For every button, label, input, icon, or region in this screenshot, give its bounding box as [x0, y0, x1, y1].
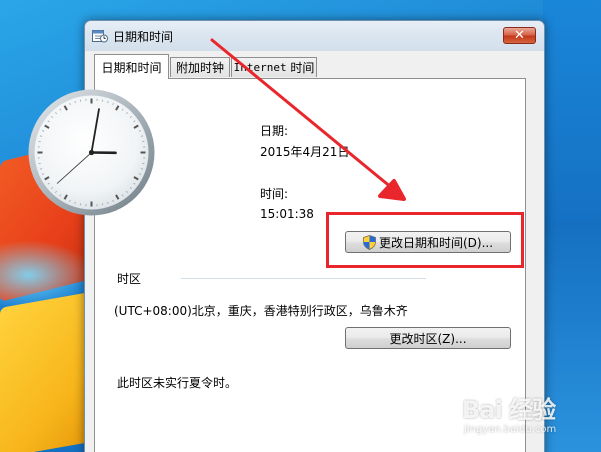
title-bar[interactable]: 日期和时间 ✕ [85, 21, 544, 51]
timezone-divider [181, 278, 426, 279]
desktop: 日期和时间 ✕ 日期和时间 附加时钟 Internet 时间 日期: 2015年… [0, 0, 601, 452]
tab-label: 日期和时间 [101, 60, 162, 75]
timezone-value: (UTC+08:00)北京，重庆，香港特别行政区，乌鲁木齐 [114, 304, 408, 318]
wallpaper-right [543, 0, 601, 452]
time-label: 时间: [260, 187, 289, 201]
tab-label: 附加时钟 [175, 61, 224, 75]
highlight-box [326, 212, 524, 268]
date-label: 日期: [260, 124, 289, 138]
tab-date-and-time[interactable]: 日期和时间 [94, 54, 169, 79]
time-value: 15:01:38 [260, 207, 314, 221]
date-value: 2015年4月21日 [260, 145, 350, 159]
tab-additional-clocks[interactable]: 附加时钟 [170, 57, 230, 77]
close-icon: ✕ [514, 28, 525, 43]
change-timezone-label: 更改时区(Z)... [389, 331, 467, 346]
tab-label-suffix: 时间 [286, 61, 315, 75]
analog-clock [28, 89, 155, 216]
watermark-text: Bai 经验 [462, 396, 556, 424]
calendar-clock-icon [92, 30, 108, 43]
window-title: 日期和时间 [113, 30, 174, 44]
tab-internet-time[interactable]: Internet 时间 [231, 57, 317, 77]
wallpaper-flag-yellow [0, 292, 90, 452]
baidu-watermark: Bai 经验 jingyan.baidu.com [448, 388, 598, 448]
tab-label-prefix: Internet [233, 61, 287, 74]
close-button[interactable]: ✕ [503, 27, 536, 44]
dst-note: 此时区未实行夏令时。 [117, 376, 238, 390]
timezone-section-label: 时区 [117, 272, 142, 286]
change-timezone-button[interactable]: 更改时区(Z)... [345, 327, 511, 349]
clock-center [88, 149, 95, 156]
watermark-url: jingyan.baidu.com [464, 424, 557, 435]
